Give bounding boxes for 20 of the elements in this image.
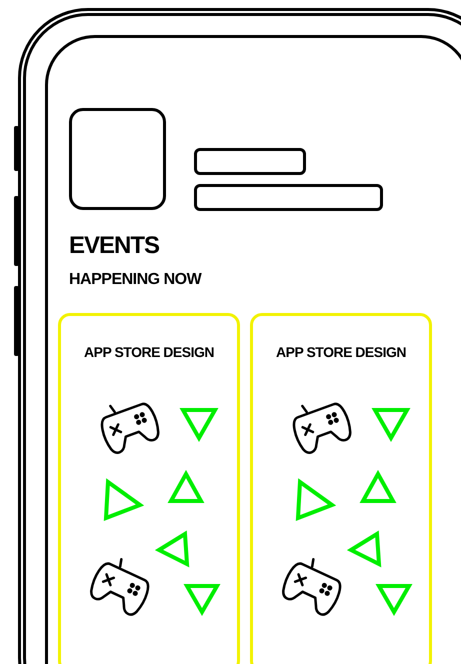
card-title: APP STORE DESIGN: [84, 343, 214, 362]
triangle-icon: [360, 470, 396, 503]
gamepad-icon: [100, 402, 160, 454]
triangle-icon: [168, 470, 204, 503]
triangle-icon: [154, 530, 190, 568]
gamepad-icon: [292, 402, 352, 454]
section-subtitle: HAPPENING NOW: [69, 270, 203, 290]
triangle-icon: [180, 408, 218, 442]
gamepad-icon: [90, 558, 150, 616]
triangle-icon: [372, 408, 410, 442]
triangle-icon: [184, 584, 220, 616]
triangle-icon: [346, 530, 382, 568]
triangle-icon: [376, 584, 412, 616]
event-card[interactable]: APP STORE DESIGN: [58, 313, 240, 664]
section-title: EVENTS: [69, 231, 160, 261]
event-card[interactable]: APP STORE DESIGN: [250, 313, 432, 664]
triangle-icon: [104, 478, 144, 521]
card-title: APP STORE DESIGN: [276, 343, 406, 362]
triangle-icon: [296, 478, 336, 521]
gamepad-icon: [282, 558, 342, 616]
